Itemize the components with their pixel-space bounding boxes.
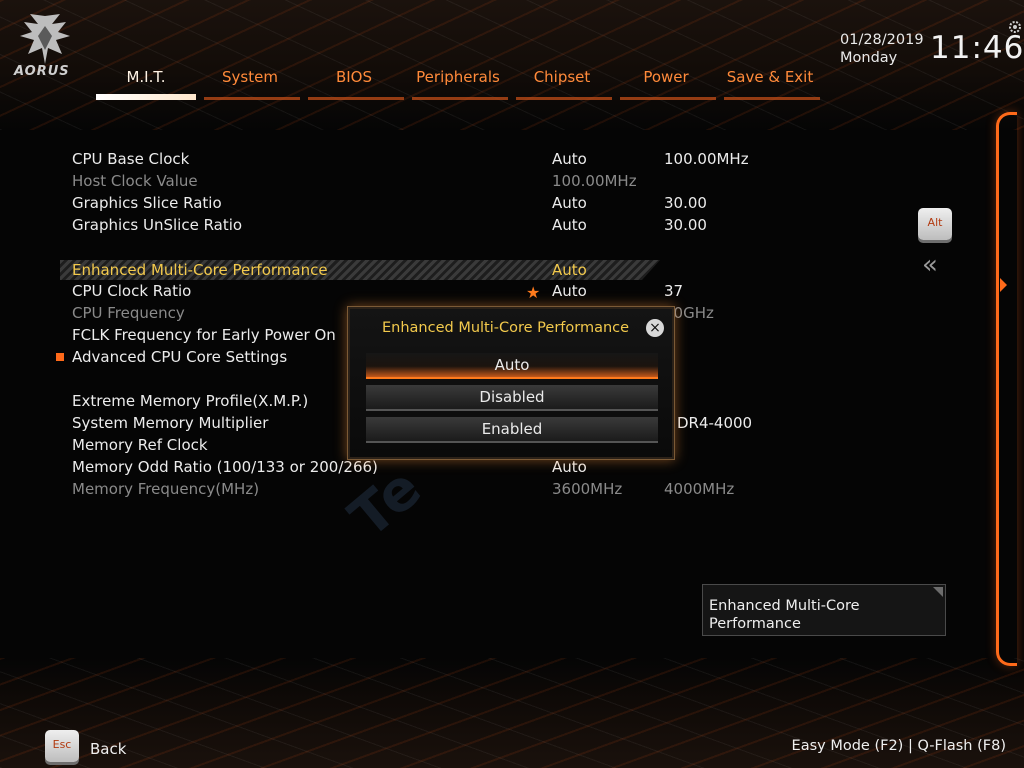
setting-label: System Memory Multiplier <box>72 414 269 432</box>
setting-label: CPU Base Clock <box>72 150 190 168</box>
setting-current-value: 100.00MHz <box>664 150 749 168</box>
setting-graphics-slice-ratio[interactable]: Graphics Slice Ratio Auto 30.00 <box>60 192 707 214</box>
tab-mit[interactable]: M.I.T. <box>96 66 196 100</box>
tab-power[interactable]: Power <box>616 66 716 100</box>
setting-value: Auto <box>552 282 587 300</box>
setting-value: 100.00MHz <box>552 172 637 190</box>
setting-current-value: 30.00 <box>664 216 707 234</box>
setting-label: CPU Frequency <box>72 304 185 322</box>
tab-bios[interactable]: BIOS <box>304 66 404 100</box>
setting-cpu-clock-ratio[interactable]: CPU Clock Ratio ★ Auto 37 <box>60 280 683 302</box>
option-disabled[interactable]: Disabled <box>366 385 658 411</box>
star-icon: ★ <box>526 283 541 302</box>
dialog-title: Enhanced Multi-Core Performance <box>382 320 630 336</box>
tab-system[interactable]: System <box>200 66 300 100</box>
setting-label: CPU Clock Ratio <box>72 282 192 300</box>
tab-peripherals[interactable]: Peripherals <box>408 66 508 100</box>
side-panel-handle[interactable] <box>996 112 1017 666</box>
setting-label: Graphics UnSlice Ratio <box>72 216 243 234</box>
easy-mode-button[interactable]: Easy Mode (F2) <box>792 738 904 754</box>
date-display: 01/28/2019 Monday <box>840 31 924 67</box>
option-auto[interactable]: Auto <box>366 353 658 379</box>
setting-enhanced-multi-core-performance[interactable]: Enhanced Multi-Core Performance Auto <box>60 260 660 280</box>
tab-save-exit[interactable]: Save & Exit <box>720 66 820 100</box>
setting-label: Memory Ref Clock <box>72 436 208 454</box>
setting-current-value: 4000MHz <box>664 480 735 498</box>
setting-label: Graphics Slice Ratio <box>72 194 222 212</box>
setting-label: Extreme Memory Profile(X.M.P.) <box>72 392 309 410</box>
option-enabled[interactable]: Enabled <box>366 417 658 443</box>
setting-label: Memory Odd Ratio (100/133 or 200/266) <box>72 458 378 476</box>
esc-key-icon[interactable]: Esc <box>45 730 79 762</box>
setting-label: Advanced CPU Core Settings <box>72 348 288 366</box>
date-text: 01/28/2019 <box>840 32 924 48</box>
setting-value: 3600MHz <box>552 480 623 498</box>
help-text-line2: Performance <box>709 616 801 632</box>
setting-label: Host Clock Value <box>72 172 198 190</box>
setting-current-value: 30.00 <box>664 194 707 212</box>
footer-shortcuts: Easy Mode (F2) | Q-Flash (F8) <box>792 738 1006 754</box>
back-button[interactable]: Back <box>90 740 126 758</box>
alt-key-icon[interactable]: Alt <box>918 208 952 240</box>
setting-cpu-base-clock[interactable]: CPU Base Clock Auto 100.00MHz <box>60 148 749 170</box>
qflash-button[interactable]: Q-Flash (F8) <box>917 738 1006 754</box>
setting-value: Auto <box>552 194 587 212</box>
arrow-right-icon[interactable] <box>1000 278 1007 292</box>
footer-separator: | <box>907 738 913 754</box>
setting-value: Auto <box>552 150 587 168</box>
submenu-bullet-icon <box>56 353 64 361</box>
tab-chipset[interactable]: Chipset <box>512 66 612 100</box>
setting-current-value: DR4-4000 <box>677 414 753 432</box>
close-icon[interactable]: × <box>646 319 664 337</box>
help-box: Enhanced Multi-Core Performance <box>702 584 946 636</box>
setting-current-value: 37 <box>664 282 684 300</box>
setting-host-clock-value: Host Clock Value 100.00MHz <box>60 170 660 192</box>
setting-value: Auto <box>552 216 587 234</box>
setting-label: Memory Frequency(MHz) <box>72 480 260 498</box>
clock-time: 11:46 <box>930 30 1024 66</box>
setting-label: Enhanced Multi-Core Performance <box>72 261 328 279</box>
brand-logo-text: AORUS <box>14 64 70 79</box>
gear-icon[interactable] <box>1008 20 1022 34</box>
option-dialog: Enhanced Multi-Core Performance × Auto D… <box>347 306 675 460</box>
double-chevron-left-icon[interactable]: « <box>922 250 938 280</box>
setting-graphics-unslice-ratio[interactable]: Graphics UnSlice Ratio Auto 30.00 <box>60 214 707 236</box>
day-text: Monday <box>840 50 898 66</box>
corner-fold-icon <box>933 587 943 597</box>
help-text-line1: Enhanced Multi-Core <box>709 598 860 614</box>
setting-label: FCLK Frequency for Early Power On <box>72 326 336 344</box>
setting-value: Auto <box>552 261 587 279</box>
